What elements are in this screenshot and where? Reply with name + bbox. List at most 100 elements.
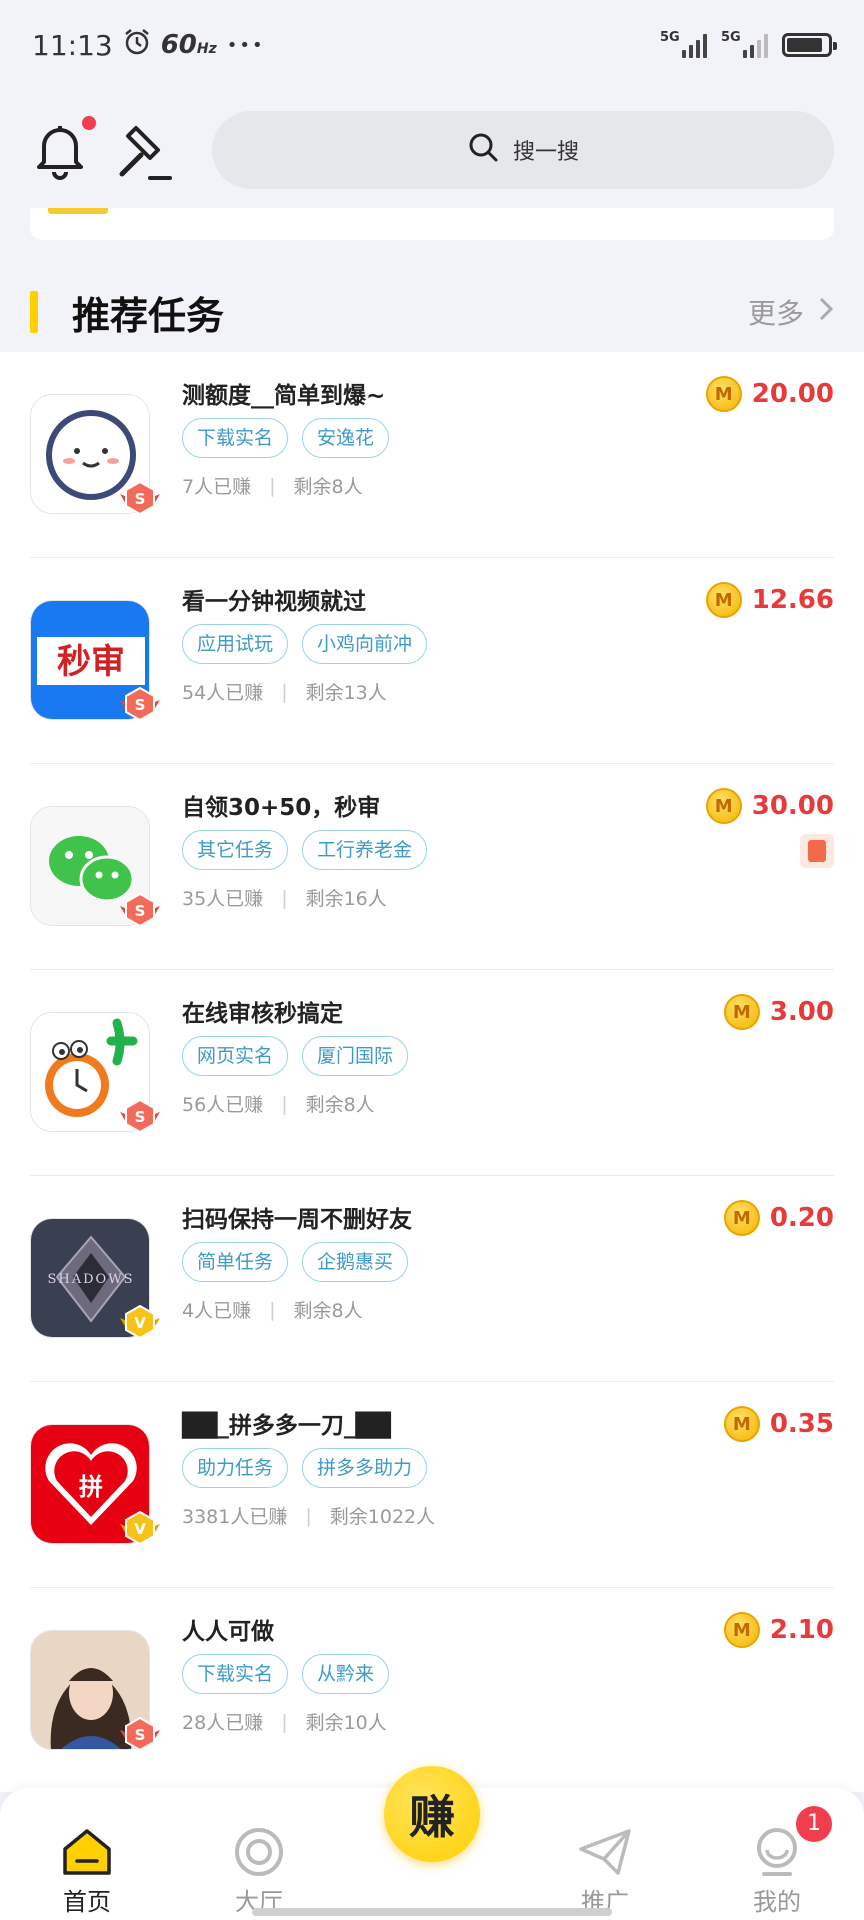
svg-text:S: S <box>135 902 146 920</box>
task-row[interactable]: 拼 V ██_拼多多一刀_██ 助力任务 拼多多助力 3381人已赚 | 剩余1022… <box>30 1382 834 1588</box>
clock-time: 11:13 <box>32 28 113 62</box>
task-tags: 助力任务 拼多多助力 <box>182 1448 428 1488</box>
task-row[interactable]: 秒审 S 看一分钟视频就过 应用试玩 小鸡向前冲 54人已赚 | 剩余13人 M 12.… <box>30 558 834 764</box>
task-title: 自领30+50，秒审 <box>182 795 381 821</box>
home-icon <box>32 1822 142 1882</box>
svg-text:S: S <box>135 696 146 714</box>
task-stats: 7人已赚 | 剩余8人 <box>182 472 363 499</box>
task-tags: 应用试玩 小鸡向前冲 <box>182 624 428 664</box>
task-row[interactable]: S 测额度__简单到爆~ 下载实名 安逸花 7人已赚 | 剩余8人 M 20.00 <box>30 352 834 558</box>
bell-icon[interactable] <box>30 118 90 182</box>
svg-text:SHADOWS: SHADOWS <box>48 1272 135 1287</box>
task-stats: 4人已赚 | 剩余8人 <box>182 1296 363 1323</box>
reward-value: 2.10 <box>769 1615 834 1645</box>
task-tag: 其它任务 <box>182 830 289 870</box>
task-tag: 下载实名 <box>182 1654 289 1694</box>
tab-hall[interactable]: 大厅 <box>204 1822 314 1917</box>
more-link[interactable]: 更多 <box>748 292 834 332</box>
remaining-count: 剩余13人 <box>305 682 387 704</box>
level-badge-icon: S <box>118 1716 162 1756</box>
level-badge-icon: V <box>118 1304 162 1344</box>
task-list: S 测额度__简单到爆~ 下载实名 安逸花 7人已赚 | 剩余8人 M 20.00 秒审… <box>0 352 864 1794</box>
level-badge-icon: S <box>118 480 162 520</box>
task-tag: 下载实名 <box>182 418 289 458</box>
notification-dot <box>82 116 96 130</box>
reward-value: 12.66 <box>751 585 834 615</box>
task-row[interactable]: SHADOWS V 扫码保持一周不删好友 简单任务 企鹅惠买 4人已赚 | 剩余8人 … <box>30 1176 834 1382</box>
svg-text:V: V <box>134 1314 146 1332</box>
chevron-right-icon <box>818 296 834 329</box>
section-header: 推荐任务 更多 <box>0 272 864 352</box>
remaining-count: 剩余10人 <box>305 1712 387 1734</box>
task-reward: M 0.35 <box>723 1406 834 1442</box>
task-tag: 助力任务 <box>182 1448 289 1488</box>
task-row[interactable]: S 自领30+50，秒审 其它任务 工行养老金 35人已赚 | 剩余16人 M 30.0… <box>30 764 834 970</box>
search-placeholder: 搜一搜 <box>512 140 579 165</box>
task-stats: 3381人已赚 | 剩余1022人 <box>182 1502 435 1529</box>
remaining-count: 剩余8人 <box>293 476 363 498</box>
svg-text:V: V <box>134 1520 146 1538</box>
earned-count: 54人已赚 <box>182 682 264 704</box>
home-indicator <box>252 1908 612 1916</box>
svg-text:秒审: 秒审 <box>57 642 125 682</box>
task-title: ██_拼多多一刀_██ <box>182 1413 391 1439</box>
reward-value: 20.00 <box>751 379 834 409</box>
task-tag: 安逸花 <box>302 418 390 458</box>
tab-promote[interactable]: 推广 <box>550 1822 660 1917</box>
auction-hammer-icon[interactable] <box>114 118 174 182</box>
reward-value: 3.00 <box>769 997 834 1027</box>
bottom-tab-bar: 首页 大厅 赚 推广 我的 1 <box>0 1766 864 1920</box>
coin-icon: M <box>705 376 742 412</box>
earned-count: 56人已赚 <box>182 1094 264 1116</box>
task-tags: 其它任务 工行养老金 <box>182 830 428 870</box>
section-accent-bar <box>30 291 38 333</box>
paper-plane-icon <box>550 1822 660 1882</box>
task-reward: M 0.20 <box>723 1200 834 1236</box>
task-tag: 工行养老金 <box>302 830 428 870</box>
coin-icon: M <box>723 1406 760 1442</box>
task-row[interactable]: S 人人可做 下载实名 从黔来 28人已赚 | 剩余10人 M 2.10 <box>30 1588 834 1794</box>
reward-value: 0.35 <box>769 1409 834 1439</box>
level-badge-icon: S <box>118 686 162 726</box>
task-tag: 应用试玩 <box>182 624 289 664</box>
search-icon <box>467 131 499 169</box>
level-badge-icon: S <box>118 1098 162 1138</box>
task-tags: 下载实名 从黔来 <box>182 1654 390 1694</box>
task-stats: 54人已赚 | 剩余13人 <box>182 678 387 705</box>
alarm-icon <box>123 28 151 63</box>
coin-icon: M <box>723 1200 760 1236</box>
coin-icon: M <box>723 994 760 1030</box>
svg-text:S: S <box>135 1726 146 1744</box>
level-badge-icon: V <box>118 1510 162 1550</box>
task-title: 在线审核秒搞定 <box>182 1001 343 1027</box>
earned-count: 7人已赚 <box>182 476 252 498</box>
earned-count: 35人已赚 <box>182 888 264 910</box>
level-badge-icon: S <box>118 892 162 932</box>
remaining-count: 剩余8人 <box>305 1094 375 1116</box>
earned-count: 4人已赚 <box>182 1300 252 1322</box>
notification-badge: 1 <box>796 1806 832 1842</box>
red-packet-icon <box>800 834 834 868</box>
reward-value: 0.20 <box>769 1203 834 1233</box>
tab-home[interactable]: 首页 <box>32 1822 142 1917</box>
remaining-count: 剩余8人 <box>293 1300 363 1322</box>
svg-text:拼: 拼 <box>79 1473 103 1501</box>
task-stats: 28人已赚 | 剩余10人 <box>182 1708 387 1735</box>
svg-text:S: S <box>135 490 146 508</box>
remaining-count: 剩余16人 <box>305 888 387 910</box>
top-bar: 搜一搜 <box>0 100 864 200</box>
task-reward: M 12.66 <box>705 582 834 618</box>
task-tags: 网页实名 厦门国际 <box>182 1036 409 1076</box>
search-input[interactable]: 搜一搜 <box>212 111 834 189</box>
task-tag: 企鹅惠买 <box>302 1242 409 1282</box>
banner-card[interactable] <box>30 208 834 240</box>
task-tags: 下载实名 安逸花 <box>182 418 390 458</box>
task-reward: M 30.00 <box>705 788 834 824</box>
earned-count: 3381人已赚 <box>182 1506 288 1528</box>
task-row[interactable]: S 在线审核秒搞定 网页实名 厦门国际 56人已赚 | 剩余8人 M 3.00 <box>30 970 834 1176</box>
coin-icon: M <box>705 788 742 824</box>
task-tag: 从黔来 <box>302 1654 390 1694</box>
status-bar: 11:13 60Hz ••• 5G 5G <box>0 0 864 90</box>
remaining-count: 剩余1022人 <box>329 1506 436 1528</box>
earn-button[interactable]: 赚 <box>384 1766 480 1862</box>
